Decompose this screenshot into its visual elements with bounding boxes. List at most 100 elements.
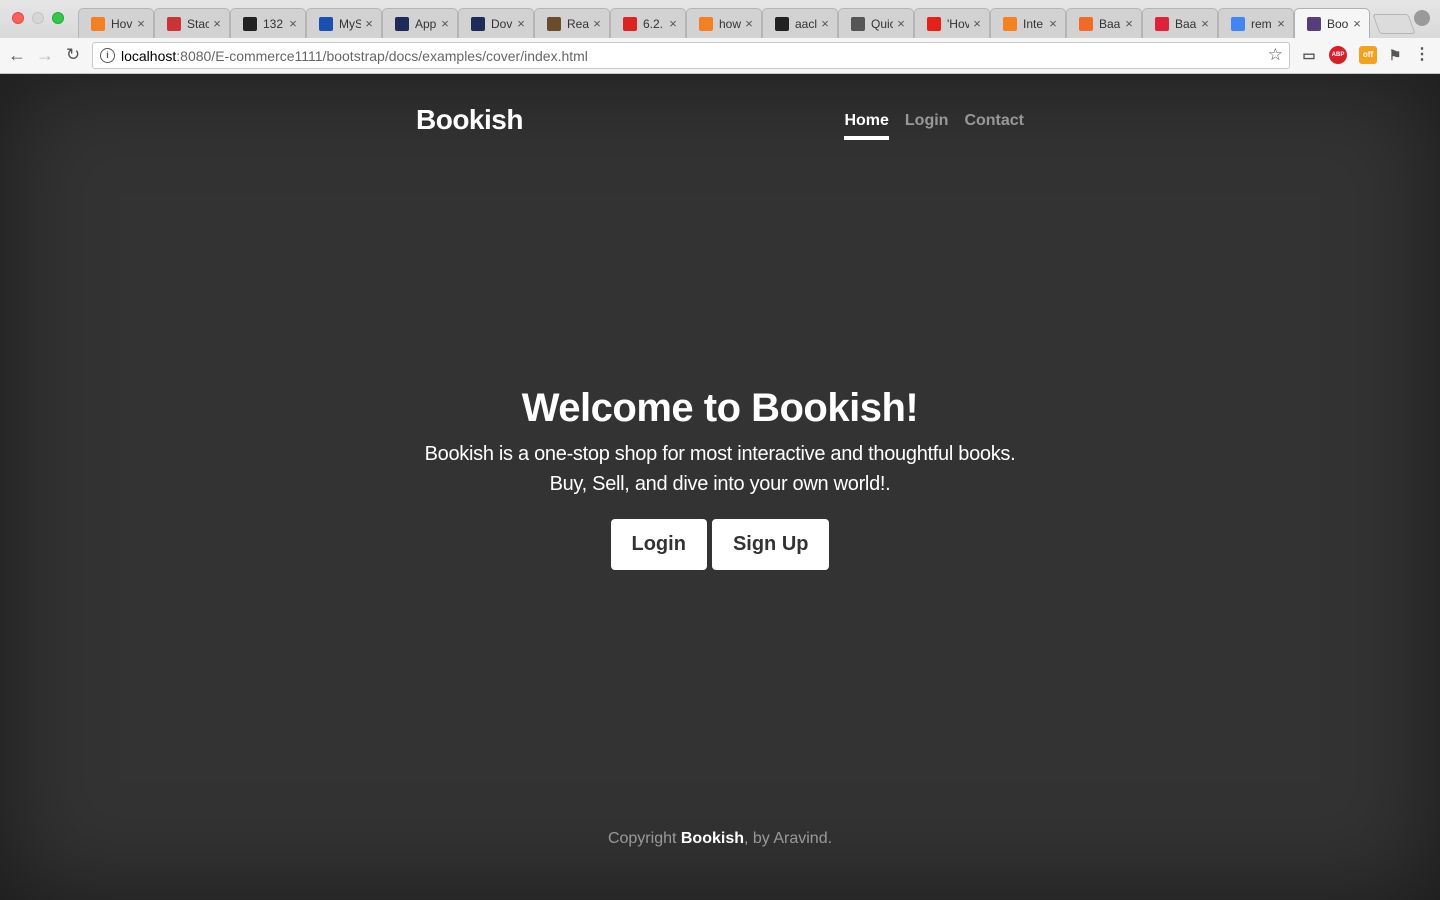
tab-title: Stac (187, 16, 209, 31)
reload-icon[interactable]: ↻ (62, 44, 84, 66)
tab-title: 'Hov (947, 16, 969, 31)
nav-contact[interactable]: Contact (964, 112, 1024, 140)
dr-icon (623, 16, 637, 31)
stackoverflow-icon (91, 16, 105, 31)
tab-close-icon[interactable]: × (439, 16, 451, 31)
url-text: localhost:8080/E-commerce1111/bootstrap/… (121, 48, 588, 64)
nav-login[interactable]: Login (905, 112, 949, 140)
footer-suffix: , by Aravind. (744, 830, 833, 847)
tab-title: Baa (1099, 16, 1121, 31)
browser-tab[interactable]: how × (686, 8, 762, 38)
off-extension-icon[interactable]: off (1359, 46, 1377, 64)
login-button[interactable]: Login (610, 519, 707, 570)
profile-icon[interactable] (1414, 10, 1430, 26)
info-icon[interactable]: i (100, 48, 115, 63)
tab-title: Quic (871, 16, 893, 31)
tab-title: Rea (567, 16, 589, 31)
extension-icon[interactable]: ⚑ (1386, 46, 1404, 64)
tab-title: App (415, 16, 437, 31)
tab-close-icon[interactable]: × (591, 16, 603, 31)
footer-brand-link[interactable]: Bookish (681, 830, 744, 847)
browser-tab[interactable]: rem × (1218, 8, 1294, 38)
youtube-icon (927, 16, 941, 31)
browser-tab[interactable]: Rea × (534, 8, 610, 38)
tab-close-icon[interactable]: × (743, 16, 755, 31)
tab-title: MyS (339, 16, 361, 31)
browser-tab[interactable]: Baa × (1142, 8, 1218, 38)
tab-close-icon[interactable]: × (1199, 16, 1211, 31)
address-bar[interactable]: i localhost:8080/E-commerce1111/bootstra… (92, 42, 1290, 69)
browser-tab[interactable]: Baa × (1066, 8, 1142, 38)
browser-tab[interactable]: Quic× (838, 8, 914, 38)
browser-tab[interactable]: Hov × (78, 8, 154, 38)
github-icon (243, 16, 257, 31)
tab-close-icon[interactable]: × (1123, 16, 1135, 31)
tab-close-icon[interactable]: × (515, 16, 527, 31)
browser-tab[interactable]: App × (382, 8, 458, 38)
tab-title: Inte (1023, 16, 1044, 31)
adblock-icon[interactable]: ABP (1329, 46, 1347, 64)
tab-close-icon[interactable]: × (211, 16, 223, 31)
tab-close-icon[interactable]: × (971, 16, 983, 31)
t-icon (319, 16, 333, 31)
signup-button[interactable]: Sign Up (711, 519, 830, 570)
nav-home[interactable]: Home (844, 112, 889, 140)
window-maximize-button[interactable] (52, 12, 64, 24)
browser-tab[interactable]: 132 × (230, 8, 306, 38)
brand-logo[interactable]: Bookish (416, 104, 523, 136)
browser-tab[interactable]: 'Hov × (914, 8, 990, 38)
tab-close-icon[interactable]: × (895, 16, 907, 31)
forward-arrow-icon[interactable]: → (34, 44, 56, 66)
browser-titlebar: Hov × Stac × 132 × MyS × App × Dov × Rea × 6.2. × how × aa… (0, 0, 1440, 38)
github-icon (775, 16, 789, 31)
footer: Copyright Bookish, by Aravind. (0, 830, 1440, 848)
hero-lead-line1: Bookish is a one-stop shop for most inte… (424, 443, 1016, 465)
flame-icon (1003, 16, 1017, 31)
hero-buttons: Login Sign Up (0, 519, 1440, 570)
cast-icon[interactable]: ▭ (1300, 46, 1318, 64)
window-minimize-button[interactable] (32, 12, 44, 24)
browser-toolbar: ← → ↻ i localhost:8080/E-commerce1111/bo… (0, 38, 1440, 74)
browser-tab[interactable]: MyS × (306, 8, 382, 38)
window-close-button[interactable] (12, 12, 24, 24)
bookmark-star-icon[interactable]: ☆ (1268, 45, 1283, 65)
hero: Welcome to Bookish! Bookish is a one-sto… (0, 386, 1440, 570)
b-icon (1079, 16, 1093, 31)
tab-title: 6.2. (643, 16, 664, 31)
tab-title: Hov (111, 16, 133, 31)
photo-icon (547, 16, 561, 31)
tab-close-icon[interactable]: × (135, 16, 147, 31)
footer-prefix: Copyright (607, 830, 681, 847)
tab-title: aacl (795, 16, 817, 31)
doc-icon (851, 16, 865, 31)
menu-dots-icon[interactable]: ⋮ (1413, 46, 1431, 64)
tab-title: 132 (263, 16, 284, 31)
browser-tab[interactable]: Inte × (990, 8, 1066, 38)
tab-close-icon[interactable]: × (1351, 16, 1363, 31)
tab-close-icon[interactable]: × (1047, 16, 1059, 31)
tab-close-icon[interactable]: × (287, 16, 299, 31)
tab-close-icon[interactable]: × (1275, 16, 1287, 31)
main-nav: Home Login Contact (828, 112, 1024, 140)
stackexchange-icon (167, 16, 181, 31)
tab-strip: Hov × Stac × 132 × MyS × App × Dov × Rea × 6.2. × how × aa… (78, 8, 1416, 38)
cover-page: Bookish Home Login Contact Welcome to Book… (0, 74, 1440, 900)
tab-title: how (719, 16, 741, 31)
tab-close-icon[interactable]: × (819, 16, 831, 31)
new-tab-button[interactable] (1372, 14, 1416, 34)
stackoverflow-icon (699, 16, 713, 31)
eye-icon (395, 16, 409, 31)
google-icon (1231, 16, 1245, 31)
browser-tab[interactable]: Boo × (1294, 8, 1370, 38)
browser-tab[interactable]: aacl × (762, 8, 838, 38)
tab-title: Baa (1175, 16, 1197, 31)
tab-title: rem (1251, 16, 1272, 31)
browser-tab[interactable]: 6.2. × (610, 8, 686, 38)
tab-close-icon[interactable]: × (667, 16, 679, 31)
tab-title: Boo (1327, 16, 1349, 31)
browser-tab[interactable]: Stac × (154, 8, 230, 38)
hero-lead: Bookish is a one-stop shop for most inte… (0, 439, 1440, 499)
back-arrow-icon[interactable]: ← (6, 44, 28, 66)
browser-tab[interactable]: Dov × (458, 8, 534, 38)
tab-close-icon[interactable]: × (363, 16, 375, 31)
